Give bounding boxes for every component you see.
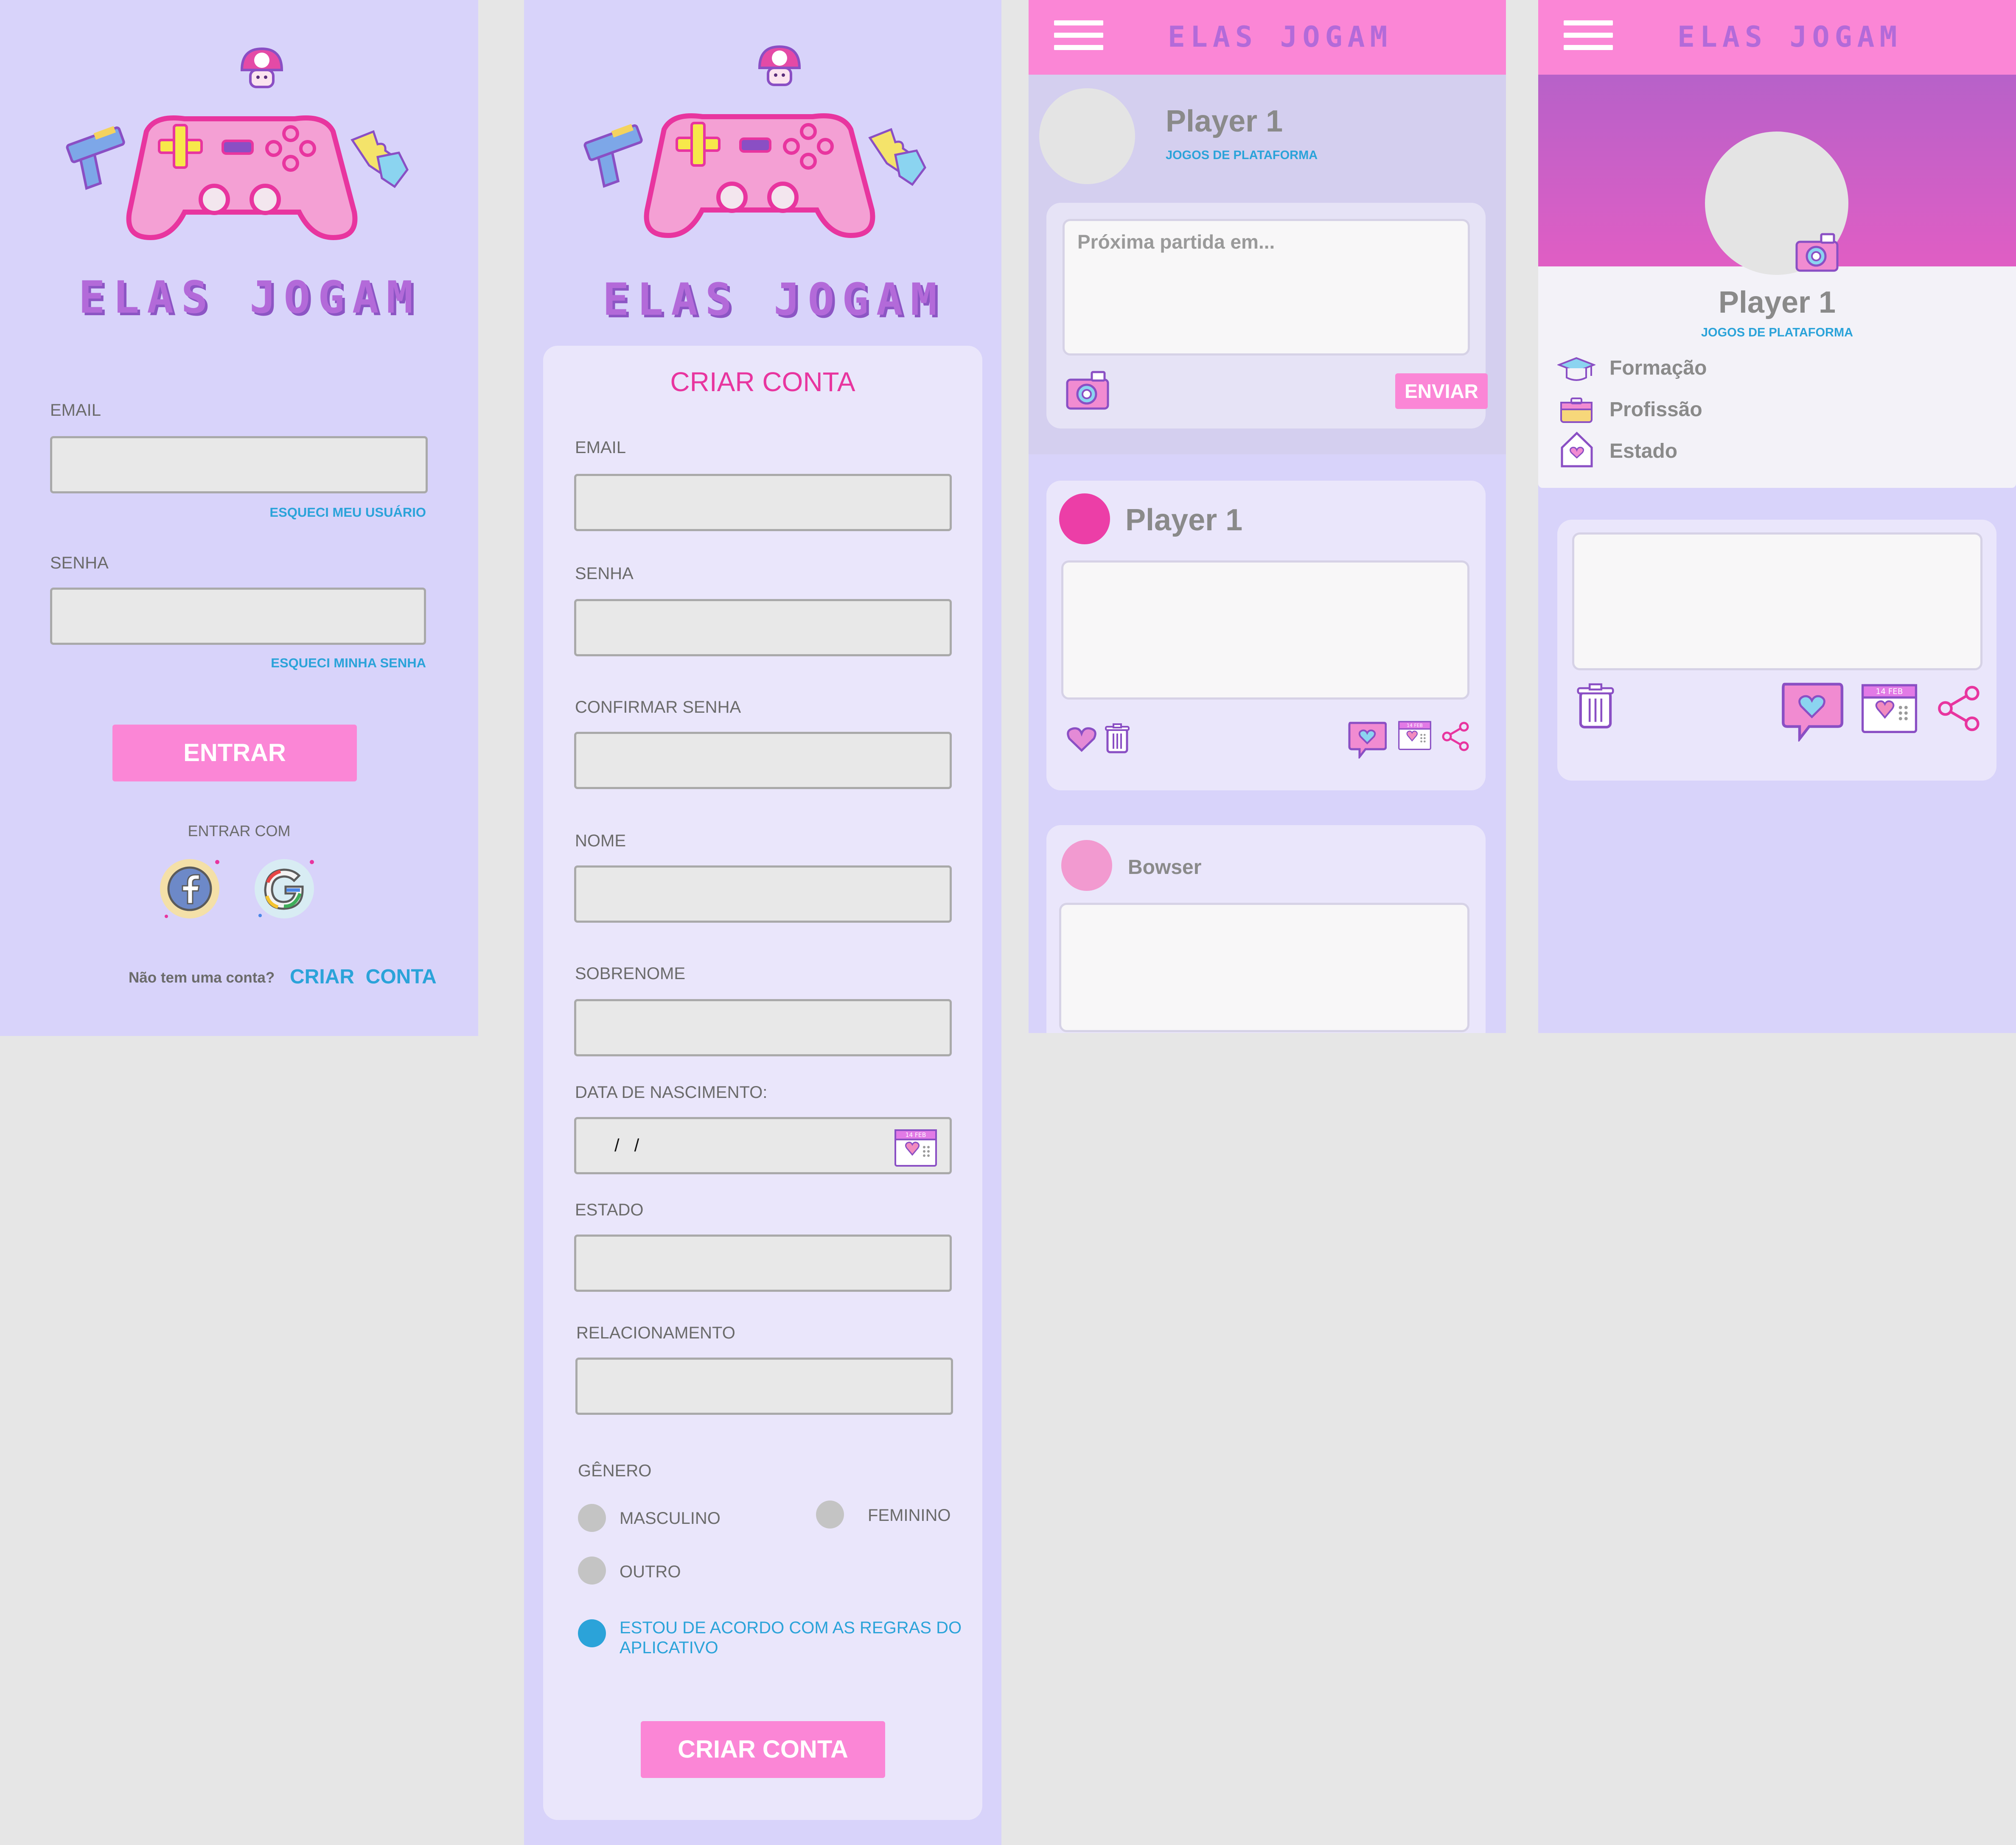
post-author: Bowser [1128,856,1202,879]
gender-option-outro: OUTRO [620,1562,681,1581]
forgot-password-link[interactable]: ESQUECI MINHA SENHA [271,655,426,671]
password-label: SENHA [50,554,109,572]
surname-label: SOBRENOME [575,964,686,983]
calendar-icon[interactable]: 14 FEB [1398,720,1432,750]
signup-form-card: CRIAR CONTA EMAIL SENHA CONFIRMAR SENHA … [543,346,982,1820]
info-profession: Profissão [1609,398,1702,421]
terms-text-line2: APLICATIVO [620,1638,718,1657]
profile-screen: ELAS JOGAM Player 1 JOGOS DE PLATAFORMA … [1538,0,2016,1033]
gender-option-feminino: FEMININO [868,1506,951,1525]
profile-name: Player 1 [1718,286,1836,319]
gender-label: GÊNERO [578,1461,652,1480]
name-field[interactable] [574,865,952,923]
state-field[interactable] [574,1235,952,1292]
new-post-placeholder: Próxima partida em... [1077,231,1275,253]
post-content [1572,532,1982,670]
new-post-input[interactable]: Próxima partida em... [1063,219,1470,356]
google-icon[interactable] [252,857,316,921]
graduation-cap-icon [1557,356,1595,385]
post-card: Bowser [1046,825,1486,1033]
post-content [1061,560,1469,700]
name-label: NOME [575,832,626,850]
facebook-icon[interactable] [158,857,222,921]
like-icon[interactable] [1067,727,1096,752]
brand-title: ELAS JOGAM [79,272,421,323]
relationship-field[interactable] [575,1358,953,1415]
camera-icon[interactable] [1795,232,1839,273]
create-account-link[interactable]: CRIAR CONTA [290,965,437,988]
comment-icon[interactable] [1348,720,1387,759]
info-state: Estado [1609,440,1678,462]
login-screen: ELAS JOGAM EMAIL ESQUECI MEU USUÁRIO SEN… [0,0,478,1036]
info-education: Formação [1609,357,1707,379]
enter-button[interactable]: ENTRAR [112,725,357,781]
birthdate-label: DATA DE NASCIMENTO: [575,1083,768,1102]
email-label: EMAIL [50,401,101,420]
password-field[interactable] [574,599,952,656]
brand-title: ELAS JOGAM [603,274,945,325]
birthdate-field[interactable]: / / 14 FEB [574,1117,952,1174]
password-label: SENHA [575,564,634,583]
brand-title: ELAS JOGAM [1677,20,1902,54]
send-button[interactable]: ENVIAR [1395,373,1488,409]
post-card: 14 FEB [1557,520,1996,781]
relationship-label: RELACIONAMENTO [576,1324,735,1342]
surname-field[interactable] [574,999,952,1056]
author-avatar[interactable] [1059,493,1110,544]
share-icon[interactable] [1937,685,1982,732]
share-icon[interactable] [1442,722,1470,751]
calendar-icon[interactable]: 14 FEB [894,1128,937,1167]
new-post-card: Próxima partida em... ENVIAR [1046,203,1488,428]
post-card: Player 1 14 FEB [1046,481,1486,790]
app-logo [64,47,429,242]
profile-subtitle: JOGOS DE PLATAFORMA [1701,326,1853,339]
top-bar: ELAS JOGAM [1029,0,1506,75]
comment-icon[interactable] [1780,680,1844,742]
confirm-password-field[interactable] [574,732,952,789]
profile-name: Player 1 [1166,104,1283,138]
signup-title: CRIAR CONTA [670,367,855,397]
brand-title: ELAS JOGAM [1168,20,1393,54]
avatar[interactable] [1039,88,1135,184]
enter-with-label: ENTRAR COM [188,822,291,840]
home-icon [1559,431,1594,469]
menu-icon[interactable] [1054,20,1103,50]
calendar-icon-text: 14 FEB [906,1132,926,1139]
profile-subtitle: JOGOS DE PLATAFORMA [1166,148,1318,162]
confirm-password-label: CONFIRMAR SENHA [575,698,741,717]
gender-radio-outro[interactable] [578,1557,606,1585]
email-field[interactable] [574,474,952,531]
forgot-user-link[interactable]: ESQUECI MEU USUÁRIO [269,505,426,520]
menu-icon[interactable] [1564,20,1613,50]
no-account-text: Não tem uma conta? [129,969,275,986]
password-field[interactable] [50,588,426,645]
create-account-button[interactable]: CRIAR CONTA [641,1721,885,1778]
gender-radio-feminino[interactable] [816,1501,844,1529]
calendar-icon-text: 14 FEB [1407,723,1423,728]
gender-option-masculino: MASCULINO [620,1509,721,1528]
top-bar: ELAS JOGAM [1538,0,2016,75]
trash-icon[interactable] [1576,683,1615,730]
terms-checkbox[interactable] [578,1619,606,1647]
terms-text-line1: ESTOU DE ACORDO COM AS REGRAS DO [620,1618,962,1637]
email-label: EMAIL [575,438,626,457]
author-avatar[interactable] [1061,840,1112,891]
signup-screen: ELAS JOGAM CRIAR CONTA EMAIL SENHA CONFI… [524,0,1001,1845]
birthdate-value: / / [614,1135,639,1155]
post-content [1059,903,1469,1032]
email-field[interactable] [50,436,428,493]
gender-radio-masculino[interactable] [578,1504,606,1532]
state-label: ESTADO [575,1201,644,1219]
camera-icon[interactable] [1065,370,1110,411]
trash-icon[interactable] [1105,723,1130,754]
app-logo [581,45,946,240]
calendar-icon-text: 14 FEB [1876,687,1903,696]
feed-screen: ELAS JOGAM Player 1 JOGOS DE PLATAFORMA … [1029,0,1506,1033]
post-author: Player 1 [1125,503,1243,537]
briefcase-icon [1559,397,1593,424]
calendar-icon[interactable]: 14 FEB [1861,683,1918,733]
